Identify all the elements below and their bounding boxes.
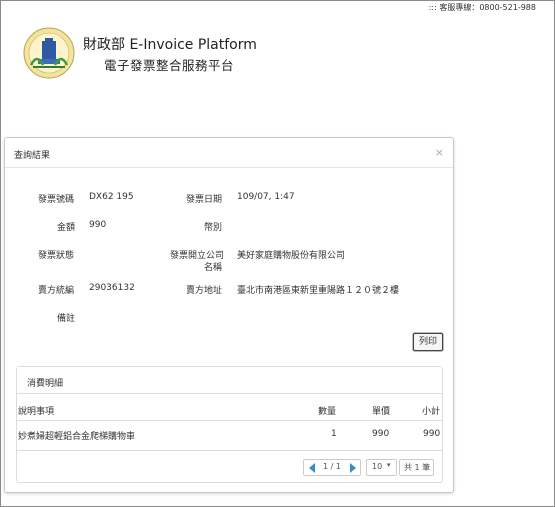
hotline-text: ::: 客服專線：0800-521-988	[428, 3, 536, 12]
remark-label: 備註	[57, 314, 76, 324]
page-indicator: 1 / 1	[323, 462, 341, 471]
prev-page-icon[interactable]	[309, 463, 315, 473]
issuer-value: 美好家庭購物股份有限公司	[237, 251, 346, 261]
seller-address-value: 臺北市南港區東新里重陽路１２０號２樓	[237, 286, 400, 296]
status-label: 發票狀態	[38, 251, 75, 261]
ministry-of-finance-logo	[23, 27, 75, 79]
amount-label: 金額	[57, 223, 76, 233]
modal-header: 查詢結果 ×	[5, 138, 453, 168]
invoice-date-value: 109/07, 1:47	[237, 192, 295, 202]
column-header-subtotal: 小計	[422, 407, 441, 417]
next-page-icon[interactable]	[350, 463, 356, 473]
close-icon[interactable]: ×	[435, 146, 444, 159]
print-button[interactable]: 列印	[413, 333, 443, 351]
platform-title: 財政部 E-Invoice Platform	[83, 34, 257, 54]
title-zh: 財政部	[83, 37, 125, 53]
page-size-value: 10	[372, 462, 383, 471]
seller-address-label: 賣方地址	[186, 286, 223, 296]
row-divider	[17, 450, 442, 451]
item-description: 妙煮婦超輕鋁合金爬梯購物車	[18, 432, 136, 442]
column-header-unit-price: 單價	[372, 407, 391, 417]
details-title: 消費明細	[17, 367, 442, 394]
seller-id-label: 賣方統編	[38, 286, 75, 296]
item-quantity: 1	[331, 429, 337, 439]
modal-title: 查詢結果	[14, 151, 51, 161]
row-divider	[17, 420, 442, 421]
amount-value: 990	[89, 220, 107, 230]
invoice-date-label: 發票日期	[186, 195, 223, 205]
total-count: 共 1 筆	[404, 463, 431, 472]
column-header-description: 說明事項	[18, 407, 55, 417]
chevron-down-icon: ▾	[387, 461, 391, 469]
column-header-quantity: 數量	[318, 407, 337, 417]
title-en: E-Invoice Platform	[129, 37, 257, 53]
item-unit-price: 990	[372, 429, 390, 439]
currency-label: 幣別	[204, 223, 223, 233]
invoice-no-value: DX62 195	[89, 192, 134, 202]
issuer-label-line2: 名稱	[204, 263, 223, 273]
invoice-no-label: 發票號碼	[38, 195, 75, 205]
seller-id-value: 29036132	[89, 283, 135, 293]
platform-subtitle: 電子發票整合服務平台	[104, 58, 235, 73]
item-subtotal: 990	[423, 429, 441, 439]
